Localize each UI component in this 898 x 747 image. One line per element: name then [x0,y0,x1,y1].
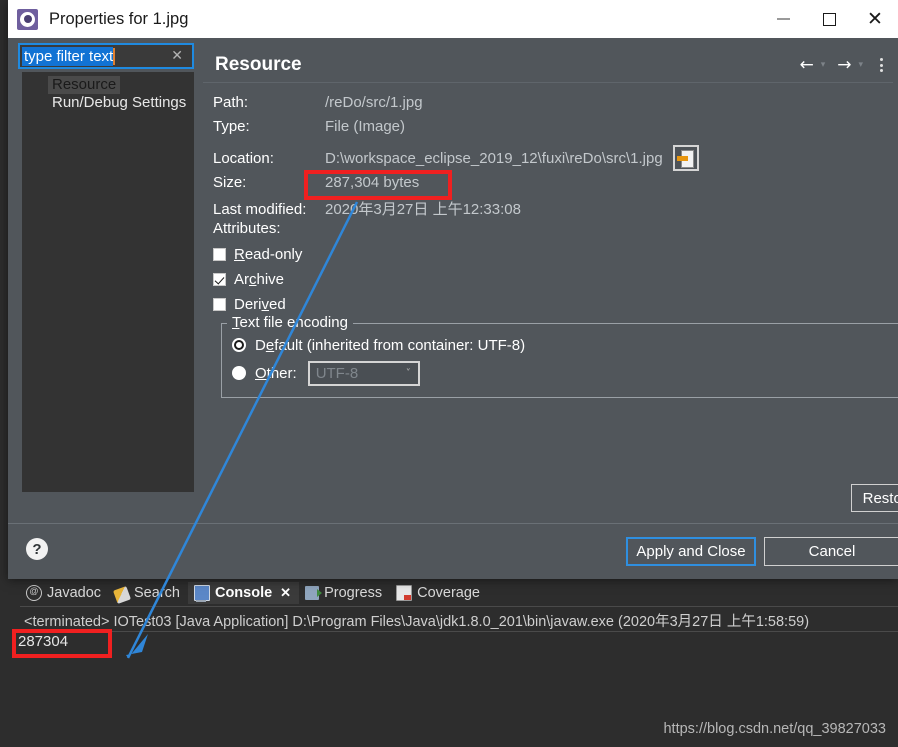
tab-javadoc[interactable]: @ Javadoc [20,582,109,604]
minimize-button[interactable] [760,0,806,38]
section-header: Resource ← ▾ → ▾ [203,48,893,82]
maximize-button[interactable] [806,0,852,38]
field-value: D:\workspace_eclipse_2019_12\fuxi\reDo\s… [325,149,663,167]
dialog-title: Properties for 1.jpg [49,9,189,28]
tab-search[interactable]: Search [109,582,188,605]
cancel-button[interactable]: Cancel [764,537,898,566]
tree-row: Run/Debug Settings [22,94,194,112]
clear-icon[interactable]: ✕ [171,48,183,64]
checkbox-archive[interactable]: Archive [213,267,893,292]
close-icon[interactable]: ✕ [280,585,291,601]
kebab-menu-icon[interactable] [876,58,887,72]
console-output-text: 287304 [18,633,69,650]
encoding-group: Default (inherited from container: UTF-8… [221,323,898,398]
resource-settings-panel: Resource ← ▾ → ▾ Path: /reDo/src/1.jpg T… [203,42,898,519]
console-separator [20,606,898,607]
field-value: File (Image) [325,118,406,135]
tree-row: Resource [22,76,194,94]
tab-label: Console [214,585,273,601]
restore-defaults-button[interactable]: Restore Defaults [851,484,898,512]
field-label: Size: [213,174,247,191]
field-last-modified: Last modified: 2020年3月27日 上午12:33:08 [213,198,893,222]
back-dropdown-icon[interactable]: ▾ [819,60,833,70]
checkbox-box[interactable] [213,248,226,261]
gear-icon [17,8,38,30]
window-controls: ✕ [760,0,898,38]
tab-label: Progress [324,585,383,601]
filter-input[interactable]: type filter text ✕ [18,43,194,69]
console-separator-2 [20,631,898,632]
field-label: Path: [213,94,249,111]
button-label: Restore Defaults [862,489,898,507]
tab-label: Search [134,585,180,601]
console-process-line: <terminated> IOTest03 [Java Application]… [24,614,810,630]
console-icon [193,585,210,602]
field-label: Location: [213,149,274,167]
dialog-footer: ? Apply and Close Cancel [8,523,898,579]
dialog-titlebar: Properties for 1.jpg ✕ [8,0,898,38]
javadoc-icon: @ [26,585,42,601]
filter-input-value: type filter text [22,46,114,66]
field-label: Type: [213,118,250,135]
field-label: Last modified: [213,201,307,218]
chevron-down-icon: ˅ [405,367,411,379]
header-divider [203,82,893,83]
tab-coverage[interactable]: Coverage [390,582,488,604]
encoding-select[interactable]: UTF-8 ˅ [307,360,420,386]
console-view-tabbar: @ Javadoc Search Console ✕ Progress Cove… [20,580,898,606]
back-icon[interactable]: ← [796,56,816,74]
forward-icon[interactable]: → [834,56,854,74]
coverage-icon [396,585,413,601]
encoding-select-value: UTF-8 [315,364,359,382]
properties-dialog: Properties for 1.jpg ✕ type filter text … [8,0,898,579]
progress-icon [305,586,323,600]
field-type: Type: File (Image) [213,118,893,142]
field-value: 2020年3月27日 上午12:33:08 [325,201,521,218]
attributes-section: Attributes: RRead-onlyead-only Archive D… [213,220,898,398]
page-title: Resource [215,54,302,75]
sidebar-item-resource[interactable]: Resource [48,76,121,94]
radio-default-encoding[interactable]: Default (inherited from container: UTF-8… [232,331,898,359]
field-location: Location: D:\workspace_eclipse_2019_12\f… [213,142,893,174]
checkbox-box[interactable] [213,298,226,311]
apply-and-close-button[interactable]: Apply and Close [626,537,756,566]
tab-label: Javadoc [47,585,102,601]
forward-dropdown-icon[interactable]: ▾ [856,60,870,70]
checkbox-label: Archive [234,271,285,288]
watermark-url: https://blog.csdn.net/qq_39827033 [663,721,886,737]
checkbox-label: RRead-onlyead-only [234,246,303,263]
radio-button[interactable] [232,366,246,380]
settings-navigation-panel: type filter text ✕ Resource Run/Debug Se… [14,42,198,556]
field-size: Size: 287,304 bytes [213,174,893,198]
tab-console[interactable]: Console ✕ [187,582,300,604]
field-value: /reDo/src/1.jpg [325,94,423,111]
sidebar-item-run-debug-settings[interactable]: Run/Debug Settings [48,94,190,112]
checkbox-box[interactable] [213,273,226,286]
settings-tree: Resource Run/Debug Settings [22,72,194,492]
text-caret [113,47,115,65]
field-value: 287,304 bytes [325,174,420,191]
tab-label: Coverage [417,585,480,601]
checkbox-read-only[interactable]: RRead-onlyead-only [213,242,893,267]
open-in-explorer-icon[interactable] [672,145,699,171]
attributes-label: Attributes: [213,220,281,237]
resource-fields: Path: /reDo/src/1.jpg Type: File (Image)… [213,94,893,222]
checkbox-label: Derived [234,296,286,313]
radio-label: Other: [255,364,297,382]
help-icon[interactable]: ? [26,538,48,560]
search-icon [113,585,131,604]
tab-progress[interactable]: Progress [299,582,390,604]
radio-button[interactable] [232,338,246,352]
dialog-body: type filter text ✕ Resource Run/Debug Se… [8,38,898,556]
close-button[interactable]: ✕ [852,0,898,38]
radio-label: Default (inherited from container: UTF-8… [255,336,526,354]
field-path: Path: /reDo/src/1.jpg [213,94,893,118]
header-toolbar: ← ▾ → ▾ [796,56,887,74]
radio-other-encoding[interactable]: Other: UTF-8 ˅ [232,359,898,387]
